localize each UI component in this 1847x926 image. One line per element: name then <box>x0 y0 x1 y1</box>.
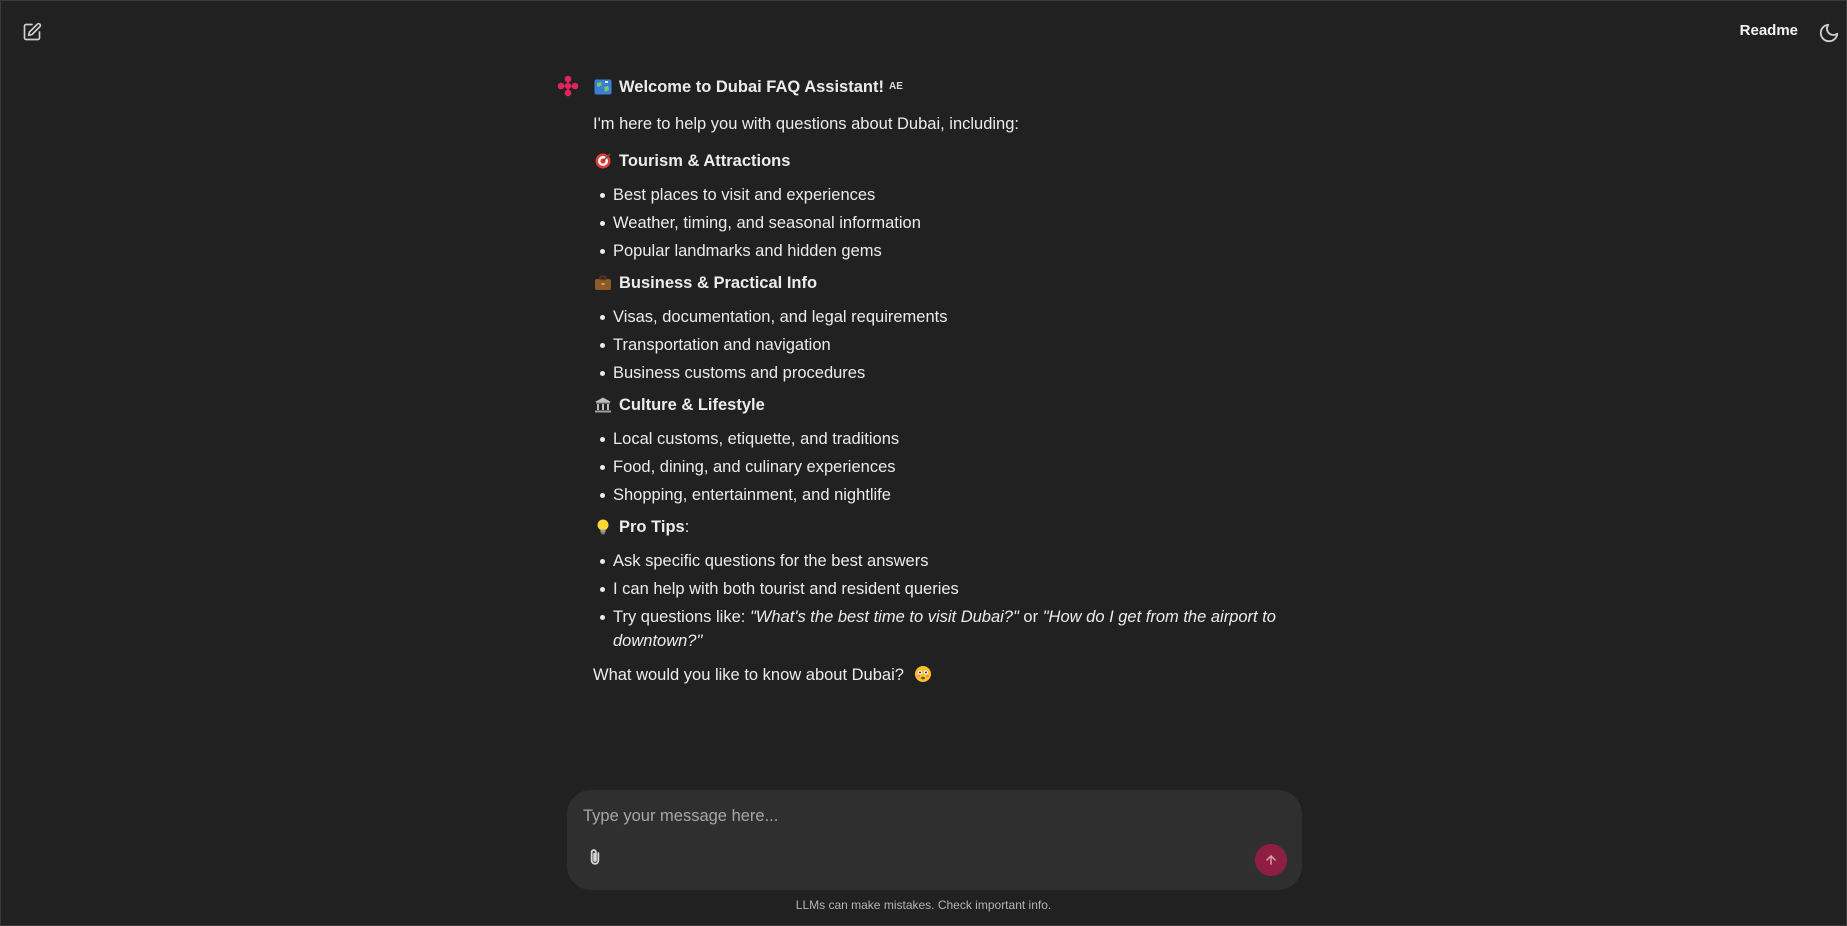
uae-flag-badge: AE <box>888 81 903 92</box>
title-text: Welcome to Dubai FAQ Assistant! <box>619 78 884 96</box>
edit-icon <box>23 22 42 41</box>
business-list: Visas, documentation, and legal requirem… <box>593 303 1293 387</box>
message-input[interactable] <box>581 802 1275 830</box>
closing-question: What would you like to know about Dubai? <box>593 663 1293 687</box>
examples-joiner: or <box>1018 608 1043 626</box>
readme-link[interactable]: Readme <box>1740 22 1798 39</box>
section-title-suffix: : <box>684 518 690 536</box>
send-button[interactable] <box>1255 844 1287 876</box>
list-item: Visas, documentation, and legal requirem… <box>600 303 1293 331</box>
list-item: Ask specific questions for the best answ… <box>600 547 1293 575</box>
footer-disclaimer: LLMs can make mistakes. Check important … <box>795 898 1052 912</box>
section-heading-pro-tips: Pro Tips : <box>593 515 1293 539</box>
section-title: Tourism & Attractions <box>619 152 791 170</box>
top-bar: Readme <box>1 1 1846 63</box>
arrow-up-icon <box>1266 855 1276 865</box>
list-item: Local customs, etiquette, and traditions <box>600 425 1293 453</box>
culture-list: Local customs, etiquette, and traditions… <box>593 425 1293 509</box>
theme-toggle-button[interactable] <box>1818 21 1846 45</box>
tourism-list: Best places to visit and experiences Wea… <box>593 181 1293 265</box>
assistant-avatar <box>557 75 579 97</box>
brand-logo-icon <box>557 75 579 97</box>
intro-text: I'm here to help you with questions abou… <box>593 115 1019 133</box>
list-item: Food, dining, and culinary experiences <box>600 453 1293 481</box>
list-item: Weather, timing, and seasonal informatio… <box>600 209 1293 237</box>
example-question-1: "What's the best time to visit Dubai?" <box>749 608 1019 626</box>
section-title: Business & Practical Info <box>619 274 818 292</box>
list-item: I can help with both tourist and residen… <box>600 575 1293 603</box>
list-item: Transportation and navigation <box>600 331 1293 359</box>
pro-tips-list: Ask specific questions for the best answ… <box>593 547 1293 653</box>
section-heading-tourism: Tourism & Attractions <box>593 149 1293 173</box>
section-title: Pro Tips <box>619 518 685 536</box>
section-heading-business: Business & Practical Info <box>593 271 1293 295</box>
list-item: Popular landmarks and hidden gems <box>600 237 1293 265</box>
target-icon <box>593 151 613 171</box>
chat-app: Readme Welcome to Dubai FAQ Assistant! A… <box>0 0 1847 926</box>
attach-file-button[interactable] <box>583 846 607 870</box>
moon-icon <box>1819 23 1839 43</box>
new-chat-button[interactable] <box>20 20 44 44</box>
examples-prefix: Try questions like: <box>613 608 750 626</box>
list-item: Business customs and procedures <box>600 359 1293 387</box>
briefcase-icon <box>593 273 613 293</box>
list-item: Shopping, entertainment, and nightlife <box>600 481 1293 509</box>
lightbulb-icon <box>593 517 613 537</box>
closing-text: What would you like to know about Dubai? <box>593 666 904 684</box>
list-item-examples: Try questions like: "What's the best tim… <box>600 603 1293 653</box>
message-content: Welcome to Dubai FAQ Assistant! AE I'm h… <box>593 75 1293 687</box>
section-title: Culture & Lifestyle <box>619 396 765 414</box>
section-heading-culture: Culture & Lifestyle <box>593 393 1293 417</box>
flushed-face-icon <box>913 664 933 684</box>
classical-building-icon <box>593 395 613 415</box>
message-composer <box>567 790 1302 890</box>
paperclip-icon <box>590 849 600 865</box>
message-title: Welcome to Dubai FAQ Assistant! AE <box>593 75 1293 99</box>
world-map-icon <box>593 77 613 97</box>
list-item: Best places to visit and experiences <box>600 181 1293 209</box>
